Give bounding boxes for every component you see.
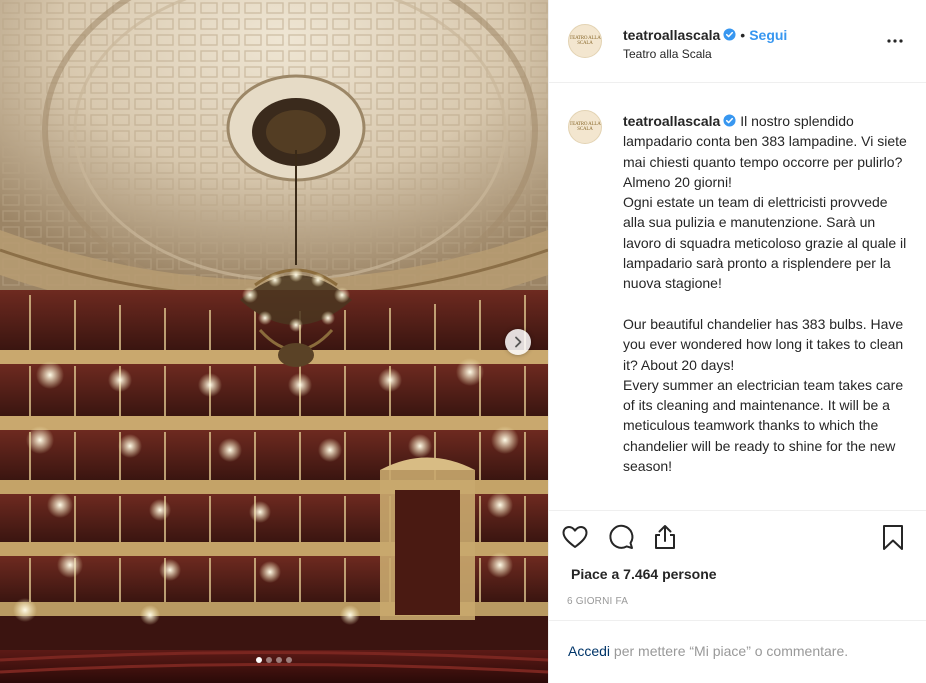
carousel-indicator [0,657,548,663]
bookmark-icon[interactable] [879,523,907,551]
header-username[interactable]: teatroallascala [623,27,720,43]
login-prompt-rest: per mettere “Mi piace” o commentare. [610,643,849,659]
more-options-icon[interactable] [885,33,905,49]
carousel-dot-active [256,657,262,663]
login-link[interactable]: Accedi [568,643,610,659]
comment-icon[interactable] [607,523,635,551]
comments-section[interactable]: TEATRO ALLA SCALA teatroallascala Il nost… [549,83,926,510]
instagram-post: TEATRO ALLA SCALA teatroallascala • Segui T… [0,0,926,683]
chevron-right-icon [515,336,522,348]
next-slide-button[interactable] [505,329,531,355]
post-actions: Piace a 7.464 persone 6 giorni fa [549,510,926,620]
verified-badge-icon [723,28,736,41]
caption-avatar[interactable]: TEATRO ALLA SCALA [568,110,602,144]
teatro-logo: TEATRO ALLA SCALA [569,36,601,46]
teatro-logo: TEATRO ALLA SCALA [569,122,601,132]
caption-text: Il nostro splendido lampadario conta ben… [623,113,907,475]
carousel-dot [286,657,292,663]
caption-username[interactable]: teatroallascala [623,113,720,129]
avatar[interactable]: TEATRO ALLA SCALA [568,24,602,58]
caption: teatroallascala Il nostro splendido lamp… [623,111,911,476]
post-timestamp[interactable]: 6 giorni fa [567,596,628,607]
theatre-interior-image [0,0,548,683]
carousel-dot [266,657,272,663]
share-icon[interactable] [651,523,679,551]
likes-count[interactable]: Piace a 7.464 persone [571,566,717,582]
header-user-line: teatroallascala • Segui [623,27,787,43]
location-link[interactable]: Teatro alla Scala [623,47,712,61]
post-side-panel: TEATRO ALLA SCALA teatroallascala • Segui T… [548,0,926,683]
post-photo[interactable] [0,0,548,683]
login-prompt-text: Accedi per mettere “Mi piace” o commenta… [568,643,848,659]
follow-button[interactable]: Segui [749,27,787,43]
verified-badge-icon [723,114,736,127]
carousel-dot [276,657,282,663]
login-prompt: Accedi per mettere “Mi piace” o commenta… [549,620,926,683]
post-header: TEATRO ALLA SCALA teatroallascala • Segui T… [549,0,926,83]
separator-bullet: • [740,27,746,43]
heart-icon[interactable] [561,523,589,551]
